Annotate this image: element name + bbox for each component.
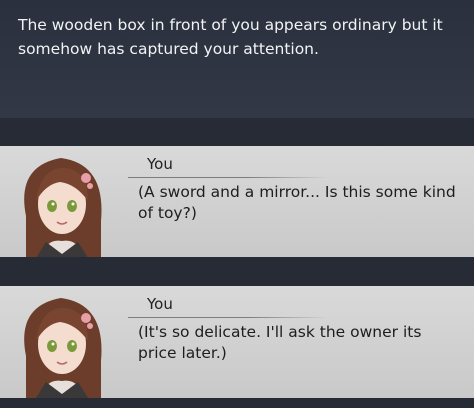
speaker-name: You: [147, 155, 173, 173]
speaker-name: You: [147, 295, 173, 313]
dialogue-line: (It's so delicate. I'll ask the owner it…: [138, 323, 422, 362]
dialogue-box-1[interactable]: You (A sword and a mirror... Is this som…: [0, 146, 474, 257]
divider-band: [0, 398, 474, 408]
character-portrait-icon: [24, 298, 102, 398]
character-portrait-icon: [24, 158, 102, 257]
narration-text: The wooden box in front of you appears o…: [18, 16, 443, 58]
dialogue-line: (A sword and a mirror... Is this some ki…: [138, 183, 456, 222]
divider-band: [0, 257, 474, 286]
divider-band: [0, 118, 474, 146]
narration-panel[interactable]: The wooden box in front of you appears o…: [0, 0, 474, 118]
dialogue-box-2[interactable]: You (It's so delicate. I'll ask the owne…: [0, 286, 474, 398]
speaker-underline: [128, 317, 328, 318]
speaker-underline: [128, 177, 328, 178]
